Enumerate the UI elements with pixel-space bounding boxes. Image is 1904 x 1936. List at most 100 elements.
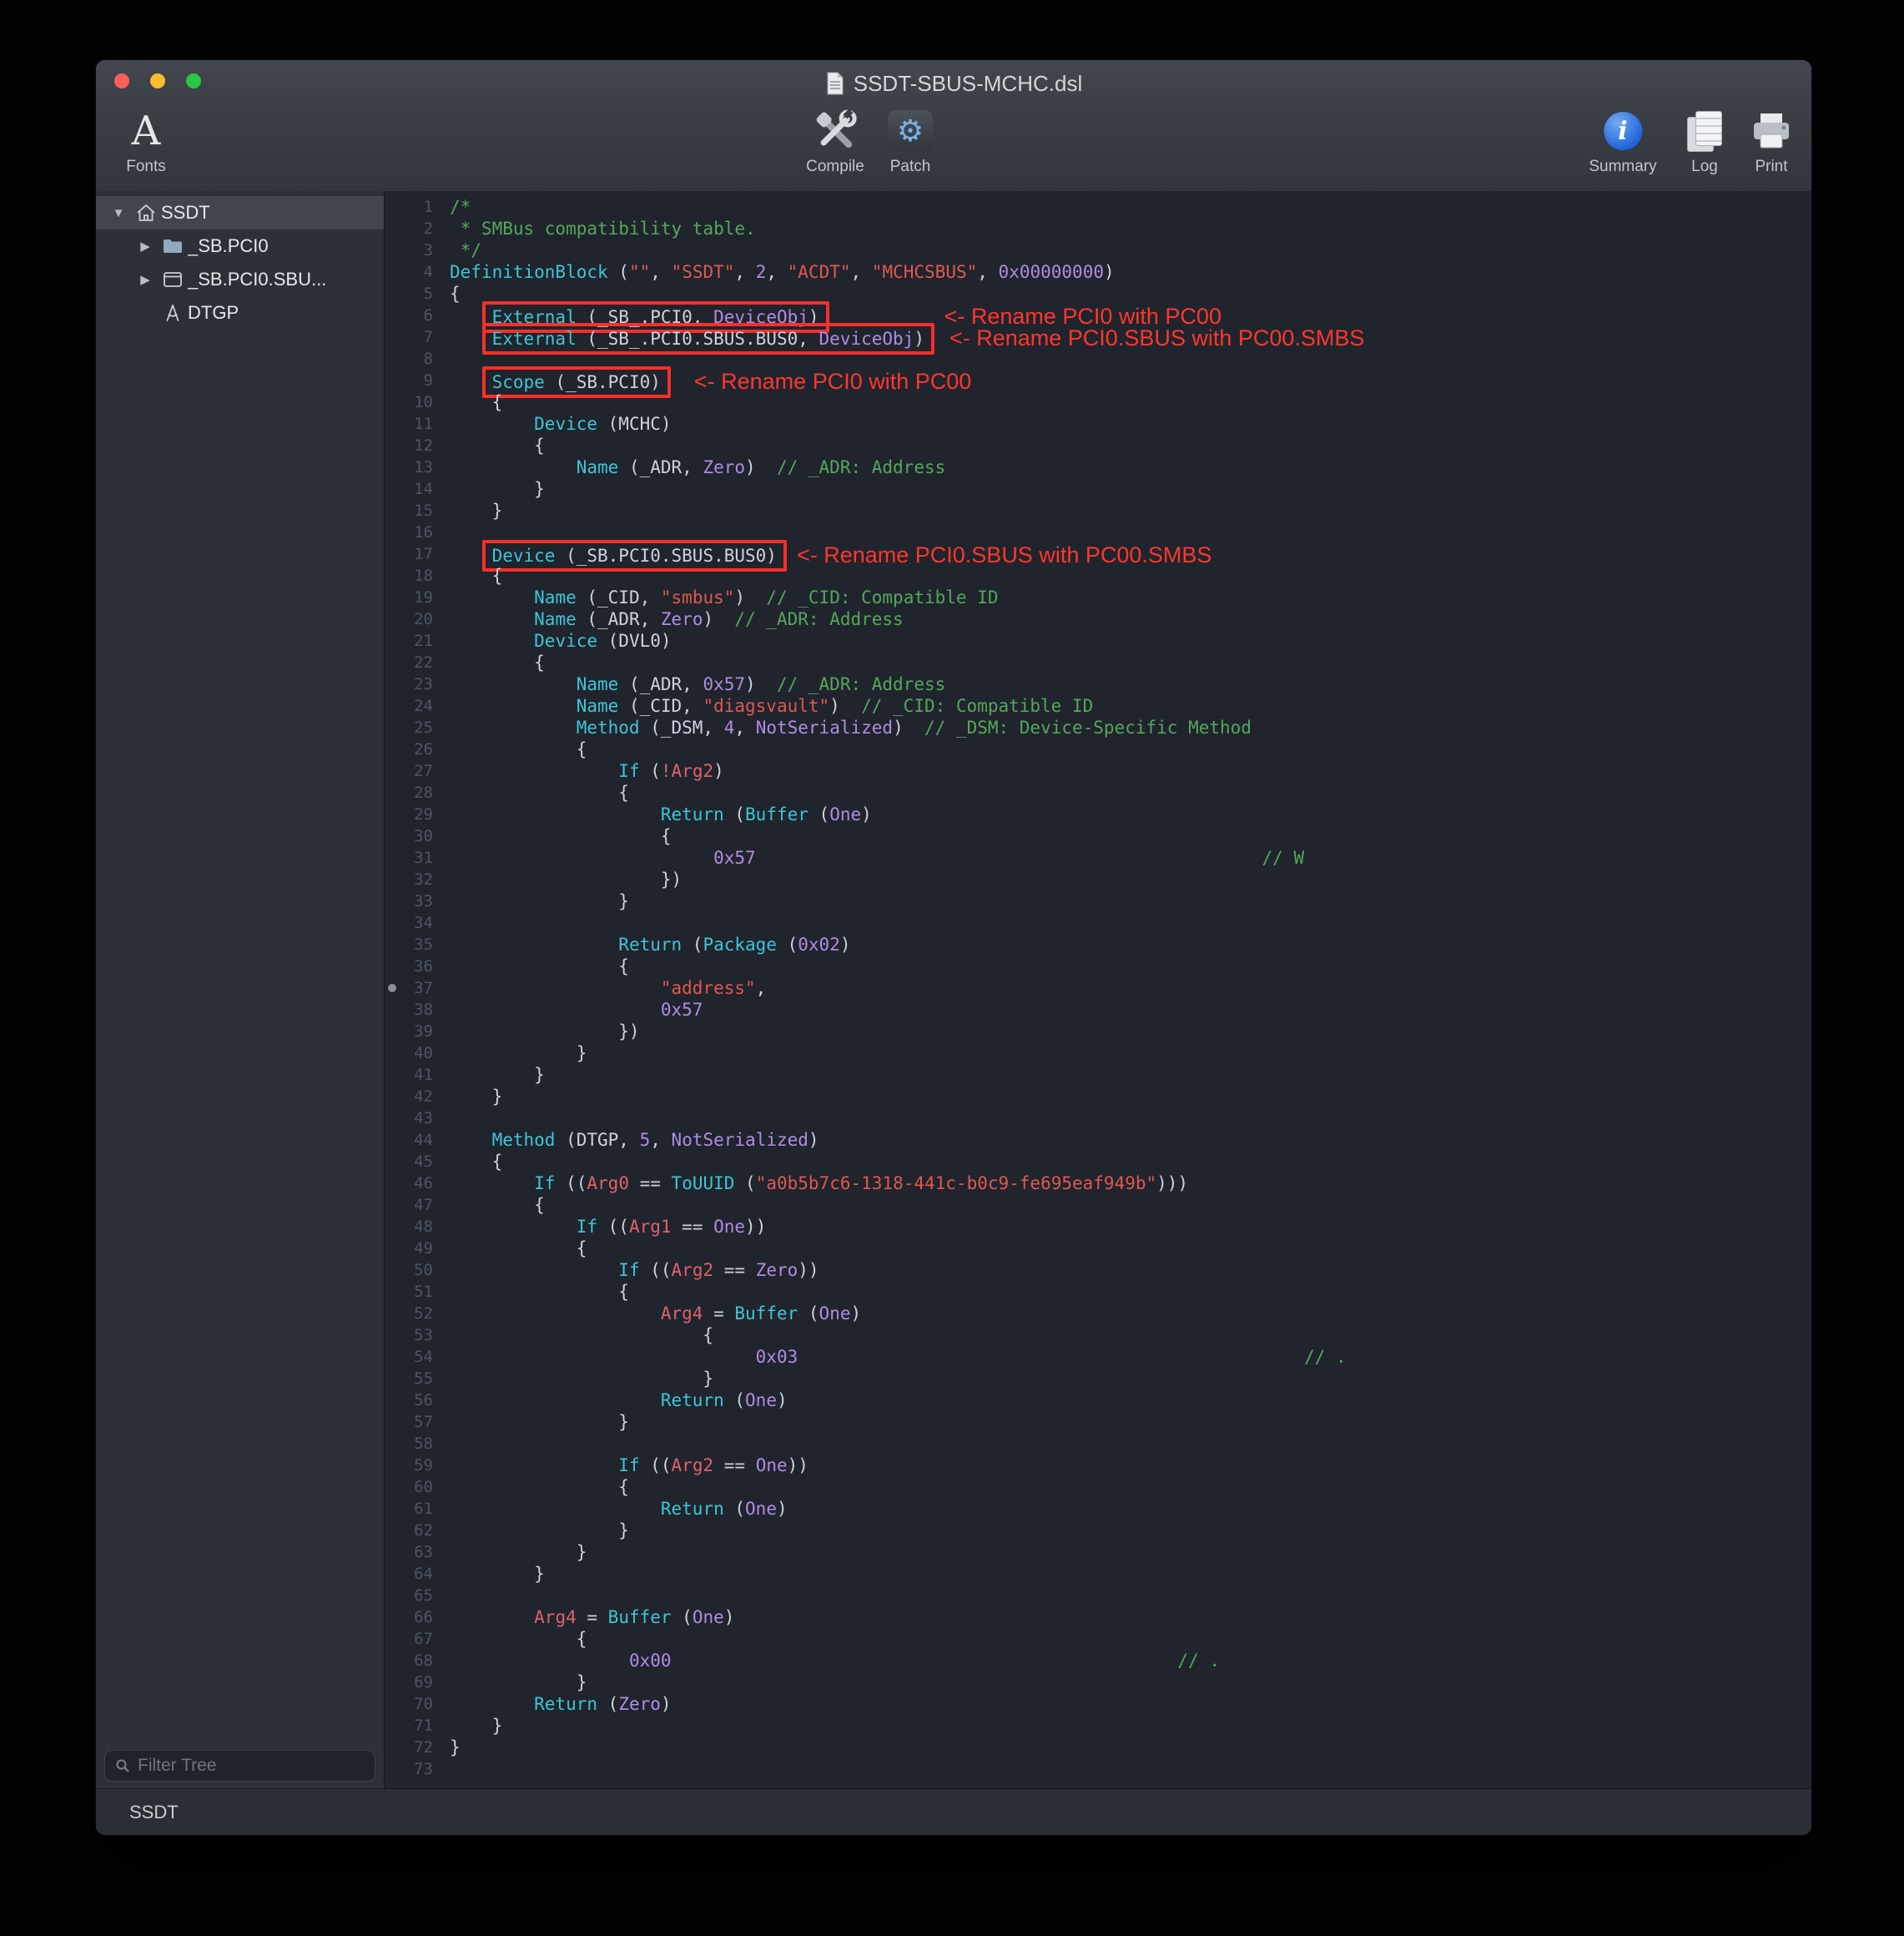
code-line[interactable]: 66 Arg4 = Buffer (One) (385, 1606, 1811, 1628)
search-icon (115, 1758, 130, 1773)
token: )) (788, 1455, 808, 1475)
code-line[interactable]: 7 External (_SB_.PCI0.SBUS.BUS0, DeviceO… (385, 326, 1811, 348)
code-line[interactable]: 61 Return (One) (385, 1498, 1811, 1520)
sidebar-item-ssdt[interactable]: ▼SSDT (96, 196, 384, 229)
code-line[interactable]: 36 { (385, 955, 1811, 977)
code-line[interactable]: 48 If ((Arg1 == One)) (385, 1216, 1811, 1238)
code-line[interactable]: 1/* (385, 196, 1811, 218)
code-editor[interactable]: 1/*2 * SMBus compatibility table.3 */4De… (385, 191, 1811, 1788)
code-line[interactable]: 56 Return (One) (385, 1389, 1811, 1411)
code-line[interactable]: 55 } (385, 1368, 1811, 1389)
code-line[interactable]: 26 { (385, 739, 1811, 760)
code-line[interactable]: 67 { (385, 1628, 1811, 1650)
token: Arg2 (672, 1260, 714, 1280)
patch-button[interactable]: ⚙ Patch (888, 107, 933, 187)
disclosure-triangle[interactable]: ▼ (106, 206, 131, 220)
code-line[interactable]: 69 } (385, 1671, 1811, 1693)
code-line[interactable]: 25 Method (_DSM, 4, NotSerialized) // _D… (385, 717, 1811, 739)
token: "ACDT" (788, 262, 851, 282)
code-line[interactable]: 45 { (385, 1151, 1811, 1172)
code-line[interactable]: 59 If ((Arg2 == One)) (385, 1455, 1811, 1476)
code-line[interactable]: 4DefinitionBlock ("", "SSDT", 2, "ACDT",… (385, 261, 1811, 283)
sidebar-item-sb-pci0-sbu[interactable]: ▶_SB.PCI0.SBU... (96, 263, 384, 296)
code-line[interactable]: 11 Device (MCHC) (385, 413, 1811, 435)
code-text: /* (440, 196, 471, 218)
code-line[interactable]: 64 } (385, 1563, 1811, 1585)
code-text: Return (Package (0x02) (440, 934, 851, 955)
code-line[interactable]: 42 } (385, 1086, 1811, 1107)
code-line[interactable]: 43 (385, 1107, 1811, 1129)
log-button[interactable]: Log (1685, 107, 1724, 187)
code-line[interactable]: 31 0x57 // W (385, 847, 1811, 869)
code-line[interactable]: 10 { (385, 391, 1811, 413)
code-line[interactable]: 63 } (385, 1541, 1811, 1563)
code-line[interactable]: 2 * SMBus compatibility table. (385, 218, 1811, 239)
token (450, 587, 534, 608)
code-line[interactable]: 54 0x03 // . (385, 1346, 1811, 1368)
code-line[interactable]: 46 If ((Arg0 == ToUUID ("a0b5b7c6-1318-4… (385, 1172, 1811, 1194)
code-line[interactable]: 33 } (385, 890, 1811, 912)
code-line[interactable]: 18 { (385, 565, 1811, 587)
code-line[interactable]: 62 } (385, 1520, 1811, 1541)
code-line[interactable]: 3 */ (385, 239, 1811, 261)
token: )) (798, 1260, 819, 1280)
token: Zero (618, 1694, 661, 1714)
code-line[interactable]: 44 Method (DTGP, 5, NotSerialized) (385, 1129, 1811, 1151)
compile-button[interactable]: Compile (806, 107, 864, 187)
code-line[interactable]: 22 { (385, 652, 1811, 673)
code-line[interactable]: 24 Name (_CID, "diagsvault") // _CID: Co… (385, 695, 1811, 717)
code-line[interactable]: 29 Return (Buffer (One) (385, 804, 1811, 825)
disclosure-triangle[interactable]: ▶ (133, 239, 158, 254)
code-line[interactable]: 51 { (385, 1281, 1811, 1303)
code-line[interactable]: 50 If ((Arg2 == Zero)) (385, 1259, 1811, 1281)
code-line[interactable]: 38 0x57 (385, 999, 1811, 1021)
code-line[interactable]: 30 { (385, 825, 1811, 847)
code-line[interactable]: 23 Name (_ADR, 0x57) // _ADR: Address (385, 673, 1811, 695)
sidebar-item-sb-pci0[interactable]: ▶_SB.PCI0 (96, 229, 384, 263)
line-number: 55 (385, 1368, 440, 1389)
code-line[interactable]: 73 (385, 1758, 1811, 1780)
code-line[interactable]: 49 { (385, 1238, 1811, 1259)
code-line[interactable]: 72} (385, 1737, 1811, 1758)
print-button[interactable]: Print (1749, 107, 1794, 187)
code-line[interactable]: 60 { (385, 1476, 1811, 1498)
code-line[interactable]: 20 Name (_ADR, Zero) // _ADR: Address (385, 608, 1811, 630)
filter-tree-field[interactable]: Filter Tree (104, 1750, 375, 1782)
token (450, 978, 661, 998)
code-line[interactable]: 53 { (385, 1324, 1811, 1346)
code-line[interactable]: 37 "address", (385, 977, 1811, 999)
code-text: Device (DVL0) (440, 630, 672, 652)
code-line[interactable]: 17 Device (_SB.PCI0.SBUS.BUS0)<- Rename … (385, 543, 1811, 565)
code-line[interactable]: 39 }) (385, 1021, 1811, 1042)
code-line[interactable]: 32 }) (385, 869, 1811, 890)
fonts-button[interactable]: A Fonts (126, 107, 166, 187)
disclosure-triangle[interactable]: ▶ (133, 272, 158, 287)
code-line[interactable]: 71 } (385, 1715, 1811, 1737)
token: Package (703, 935, 777, 955)
code-line[interactable]: 12 { (385, 435, 1811, 456)
summary-button[interactable]: i Summary (1589, 107, 1656, 187)
code-line[interactable]: 21 Device (DVL0) (385, 630, 1811, 652)
code-line[interactable]: 70 Return (Zero) (385, 1693, 1811, 1715)
token: (DTGP, (555, 1130, 639, 1150)
code-line[interactable]: 35 Return (Package (0x02) (385, 934, 1811, 955)
code-line[interactable]: 19 Name (_CID, "smbus") // _CID: Compati… (385, 587, 1811, 608)
code-line[interactable]: 40 } (385, 1042, 1811, 1064)
code-line[interactable]: 15 } (385, 500, 1811, 522)
token: Device (534, 631, 597, 651)
code-line[interactable]: 58 (385, 1433, 1811, 1455)
code-line[interactable]: 9 Scope (_SB.PCI0)<- Rename PCI0 with PC… (385, 370, 1811, 391)
code-line[interactable]: 65 (385, 1585, 1811, 1606)
code-line[interactable]: 34 (385, 912, 1811, 934)
code-text: 0x57 // W (440, 847, 1304, 869)
code-line[interactable]: 68 0x00 // . (385, 1650, 1811, 1671)
code-line[interactable]: 47 { (385, 1194, 1811, 1216)
code-line[interactable]: 57 } (385, 1411, 1811, 1433)
code-line[interactable]: 41 } (385, 1064, 1811, 1086)
code-line[interactable]: 14 } (385, 478, 1811, 500)
code-line[interactable]: 27 If (!Arg2) (385, 760, 1811, 782)
code-line[interactable]: 13 Name (_ADR, Zero) // _ADR: Address (385, 456, 1811, 478)
code-line[interactable]: 52 Arg4 = Buffer (One) (385, 1303, 1811, 1324)
code-line[interactable]: 28 { (385, 782, 1811, 804)
sidebar-item-dtgp[interactable]: DTGP (96, 296, 384, 330)
